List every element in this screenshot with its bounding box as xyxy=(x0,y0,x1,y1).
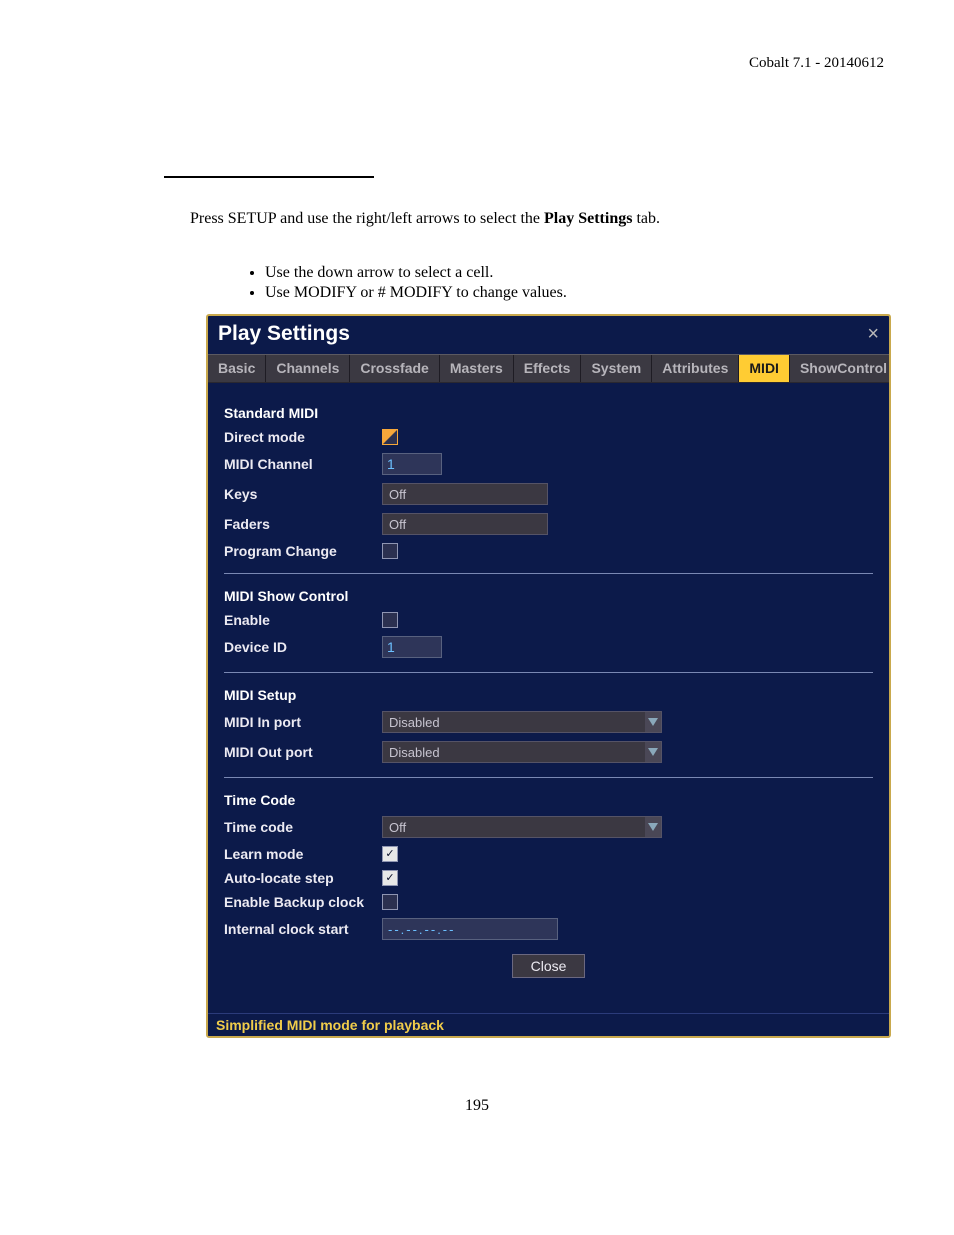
divider xyxy=(224,672,873,673)
instruction-bullets: Use the down arrow to select a cell. Use… xyxy=(225,264,567,304)
tab-effects[interactable]: Effects xyxy=(514,355,582,382)
input-midi-channel[interactable] xyxy=(382,453,442,475)
select-time-code[interactable]: Off xyxy=(382,816,662,838)
divider xyxy=(224,573,873,574)
tab-crossfade[interactable]: Crossfade xyxy=(350,355,439,382)
tab-system[interactable]: System xyxy=(581,355,652,382)
bullet-item: Use MODIFY or # MODIFY to change values. xyxy=(265,284,567,302)
tab-midi[interactable]: MIDI xyxy=(739,355,790,382)
tab-bar: Basic Channels Crossfade Masters Effects… xyxy=(208,354,889,383)
group-midi-setup: MIDI Setup xyxy=(224,687,873,703)
label-enable: Enable xyxy=(224,612,382,628)
chevron-down-icon xyxy=(645,817,661,837)
label-enable-backup-clock: Enable Backup clock xyxy=(224,894,382,910)
select-faders[interactable]: Off xyxy=(382,513,548,535)
status-bar: Simplified MIDI mode for playback xyxy=(208,1013,889,1036)
label-midi-out-port: MIDI Out port xyxy=(224,744,382,760)
tab-basic[interactable]: Basic xyxy=(208,355,266,382)
select-value: Disabled xyxy=(383,745,645,760)
select-value: Off xyxy=(383,517,547,532)
divider xyxy=(224,777,873,778)
label-auto-locate-step: Auto-locate step xyxy=(224,870,382,886)
label-midi-channel: MIDI Channel xyxy=(224,456,382,472)
label-direct-mode: Direct mode xyxy=(224,429,382,445)
bullet-item: Use the down arrow to select a cell. xyxy=(265,264,567,282)
close-icon[interactable]: × xyxy=(867,324,879,344)
checkbox-program-change[interactable] xyxy=(382,543,398,559)
label-time-code: Time code xyxy=(224,819,382,835)
page-number: 195 xyxy=(0,1097,954,1115)
group-time-code: Time Code xyxy=(224,792,873,808)
tab-showcontrol[interactable]: ShowControl xyxy=(790,355,891,382)
section-title-underline xyxy=(164,174,374,178)
label-keys: Keys xyxy=(224,486,382,502)
section-title: Play Settings - MIDI xyxy=(164,150,323,171)
checkbox-enable[interactable] xyxy=(382,612,398,628)
tab-masters[interactable]: Masters xyxy=(440,355,514,382)
checkbox-direct-mode[interactable] xyxy=(382,429,398,445)
label-faders: Faders xyxy=(224,516,382,532)
window-title: Play Settings xyxy=(218,322,350,346)
tab-attributes[interactable]: Attributes xyxy=(652,355,739,382)
tab-channels[interactable]: Channels xyxy=(266,355,350,382)
group-msc: MIDI Show Control xyxy=(224,588,873,604)
select-midi-out-port[interactable]: Disabled xyxy=(382,741,662,763)
label-learn-mode: Learn mode xyxy=(224,846,382,862)
label-midi-in-port: MIDI In port xyxy=(224,714,382,730)
checkbox-auto-locate-step[interactable]: ✓ xyxy=(382,870,398,886)
label-device-id: Device ID xyxy=(224,639,382,655)
select-keys[interactable]: Off xyxy=(382,483,548,505)
chevron-down-icon xyxy=(645,712,661,732)
label-program-change: Program Change xyxy=(224,543,382,559)
checkbox-learn-mode[interactable]: ✓ xyxy=(382,846,398,862)
select-value: Off xyxy=(383,487,547,502)
play-settings-window: Play Settings × Basic Channels Crossfade… xyxy=(206,314,891,1038)
chevron-down-icon xyxy=(645,742,661,762)
select-value: Disabled xyxy=(383,715,645,730)
close-button[interactable]: Close xyxy=(512,954,586,978)
instruction-text: Press SETUP and use the right/left arrow… xyxy=(190,210,660,228)
group-standard-midi: Standard MIDI xyxy=(224,405,873,421)
doc-header: Cobalt 7.1 - 20140612 xyxy=(749,55,884,72)
select-value: Off xyxy=(383,820,645,835)
select-midi-in-port[interactable]: Disabled xyxy=(382,711,662,733)
input-device-id[interactable] xyxy=(382,636,442,658)
checkbox-enable-backup-clock[interactable] xyxy=(382,894,398,910)
label-internal-clock-start: Internal clock start xyxy=(224,921,382,937)
input-internal-clock-start[interactable] xyxy=(382,918,558,940)
settings-panel: Standard MIDI Direct mode MIDI Channel K… xyxy=(208,383,889,978)
